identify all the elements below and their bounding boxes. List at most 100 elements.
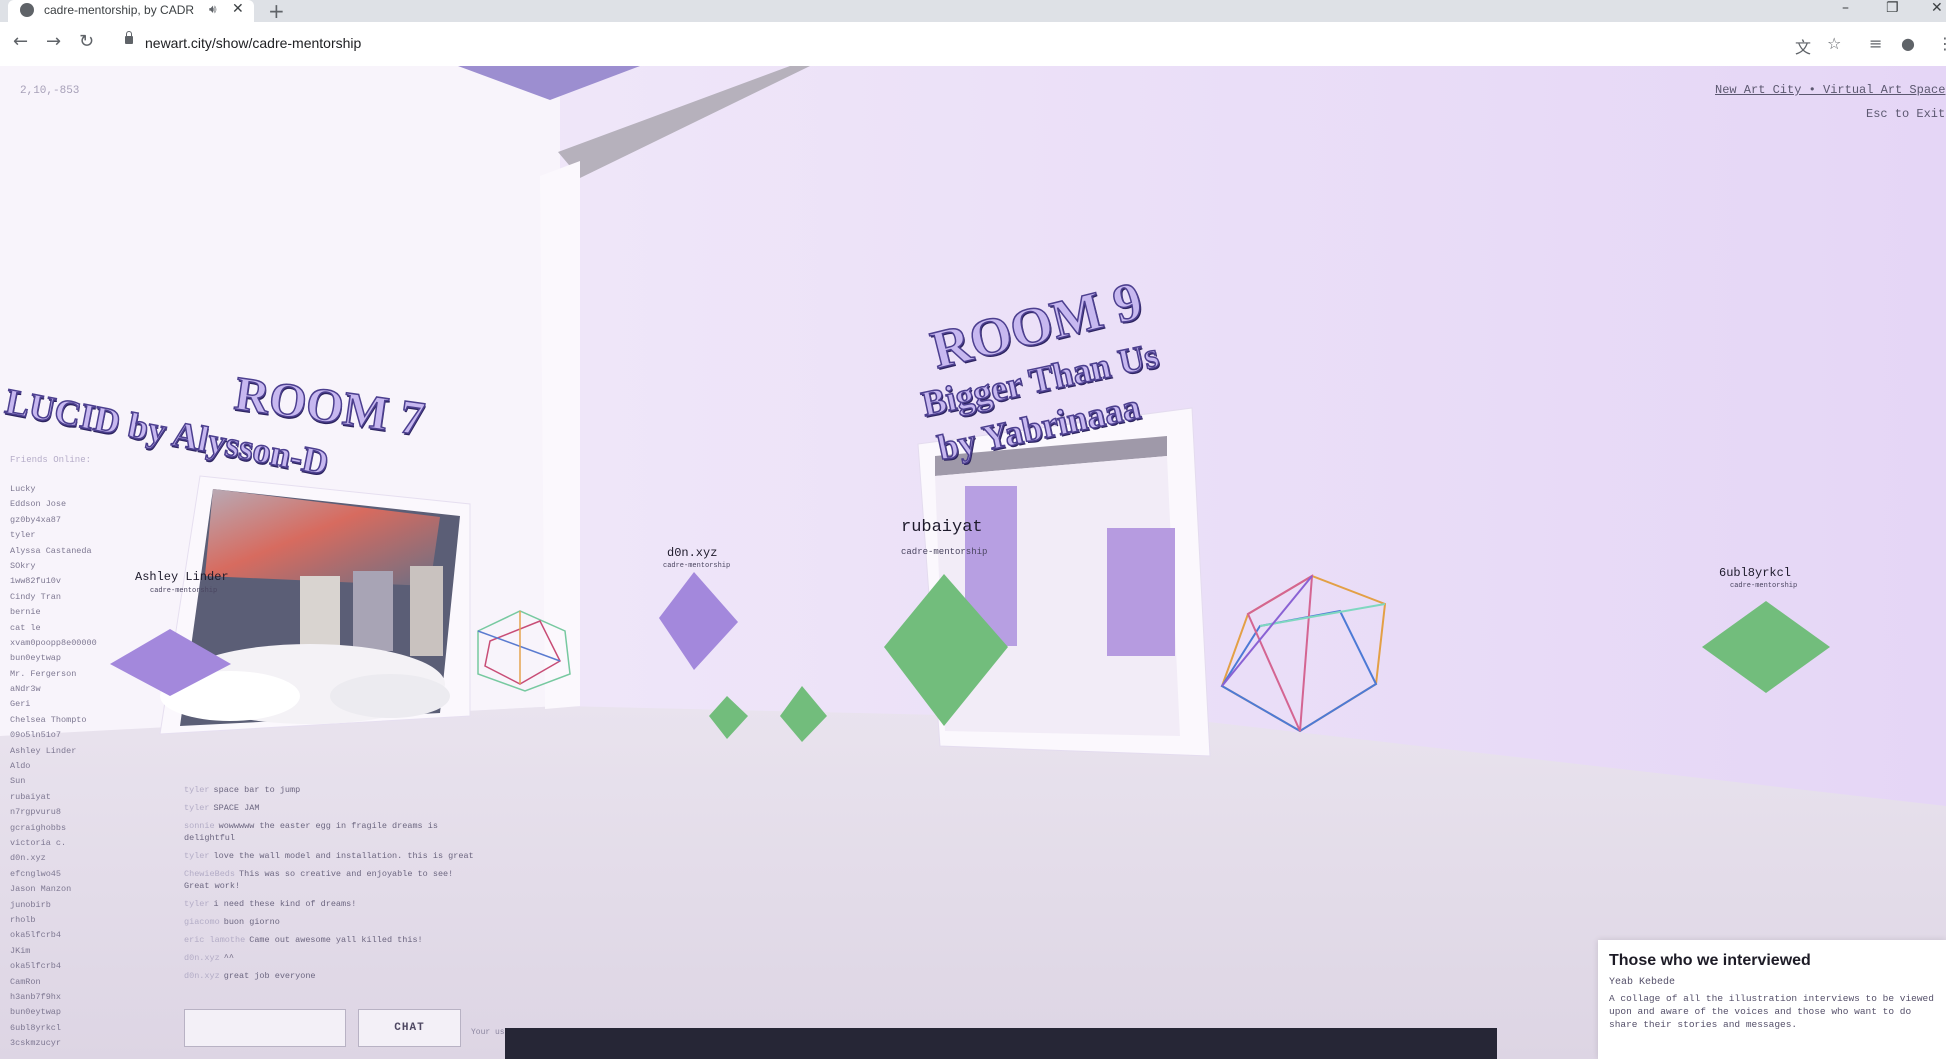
friend-item: cat le xyxy=(10,622,41,633)
chat-message-text: wowwwww the easter egg in fragile dreams… xyxy=(184,821,438,843)
friend-item: tyler xyxy=(10,530,36,541)
media-playlist-icon[interactable]: ≡ xyxy=(1869,34,1882,53)
friends-online-list: Lucky Eddson Jose gz0by4xa87 tyler Alyssa Ca… xyxy=(10,482,97,1051)
chat-message-author: tyler xyxy=(184,899,210,909)
friend-item: junobirb xyxy=(10,899,51,910)
artwork-title: Those who we interviewed xyxy=(1609,952,1811,969)
artwork-info-panel: Those who we interviewed Yeab Kebede A c… xyxy=(1598,940,1946,1059)
chat-message-text: buon giorno xyxy=(223,917,280,927)
artwork-description: A collage of all the illustration interv… xyxy=(1609,993,1934,1030)
friend-item: 6ubl8yrkcl xyxy=(10,1022,62,1033)
tab-title: cadre-mentorship, by CADRE xyxy=(44,3,194,17)
profile-icon[interactable]: ● xyxy=(1901,34,1915,53)
friend-item: Alyssa Castaneda xyxy=(10,545,92,556)
chat-message: ChewieBeds This was so creative and enjoy… xyxy=(184,868,474,892)
friend-item: rholb xyxy=(10,914,36,925)
friend-item: h3anb7f9hx xyxy=(10,991,62,1002)
browser-toolbar: ← → ↻ newart.city/show/cadre-mentorship … xyxy=(0,22,1946,67)
friend-item: Geri xyxy=(10,699,31,710)
friend-item: Aldo xyxy=(10,761,31,772)
chat-message-author: d0n.xyz xyxy=(184,953,220,963)
avatar-label-d0n-xyz: d0n.xyz xyxy=(667,546,718,560)
exit-hint: Esc to Exit xyxy=(1866,107,1946,121)
avatar-label-6ubl8yrkcl: 6ubl8yrkcl xyxy=(1719,566,1792,580)
friend-item: xvam0poopp8e00000 xyxy=(10,637,97,648)
chat-message-author: giacomo xyxy=(184,917,220,927)
new-art-city-link[interactable]: New Art City • Virtual Art Space xyxy=(1715,83,1945,97)
room9-poster xyxy=(1107,528,1175,656)
bookmark-star-icon[interactable]: ☆ xyxy=(1827,34,1841,53)
friend-item: 1ww82fu10v xyxy=(10,576,62,587)
chat-message: giacomo buon giorno xyxy=(184,916,474,928)
friend-item: efcnglwo45 xyxy=(10,868,62,879)
avatar-sub-rubaiyat: cadre-mentorship xyxy=(901,547,988,557)
chat-message: tyler space bar to jump xyxy=(184,784,474,796)
close-window-button[interactable]: ✕ xyxy=(1931,0,1943,16)
menu-icon[interactable]: ⋮ xyxy=(1937,34,1946,53)
room7-frame-3 xyxy=(410,566,443,656)
room7-frame-2 xyxy=(353,571,393,651)
friend-item: Cindy Tran xyxy=(10,591,62,602)
restore-window-button[interactable]: ❐ xyxy=(1886,0,1899,16)
chat-hint: Your us xyxy=(471,1028,505,1037)
chat-message: d0n.xyz ^^ xyxy=(184,952,474,964)
artwork-author: Yeab Kebede xyxy=(1609,977,1676,988)
chat-message-author: eric lamothe xyxy=(184,935,246,945)
chat-message: d0n.xyz great job everyone xyxy=(184,970,474,982)
chat-message-text: great job everyone xyxy=(223,971,316,981)
new-tab-button[interactable]: + xyxy=(268,0,285,23)
chat-message-text: i need these kind of dreams! xyxy=(213,899,357,909)
chat-message-author: tyler xyxy=(184,851,210,861)
friend-item: 09o5ln51o7 xyxy=(10,730,62,741)
avatar-sub-6ubl8yrkcl: cadre-mentorship xyxy=(1730,582,1798,590)
friend-item: n7rgpvuru8 xyxy=(10,807,62,818)
friends-online-heading: Friends Online: xyxy=(10,455,92,465)
chat-button[interactable]: CHAT xyxy=(358,1009,461,1047)
friend-item: aNdr3w xyxy=(10,684,41,695)
friend-item: Chelsea Thompto xyxy=(10,714,87,725)
avatar-label-rubaiyat: rubaiyat xyxy=(901,518,983,537)
friend-item: d0n.xyz xyxy=(10,853,46,864)
reload-icon[interactable]: ↻ xyxy=(79,31,94,52)
close-tab-icon[interactable]: ✕ xyxy=(232,1,244,17)
chat-message-author: tyler xyxy=(184,785,210,795)
lock-icon[interactable] xyxy=(125,31,133,44)
friend-item: gcraighobbs xyxy=(10,822,67,833)
avatar-label-ashley-linder: Ashley Linder xyxy=(135,570,229,584)
friend-item: bernie xyxy=(10,607,41,618)
tab-strip: cadre-mentorship, by CADRE 🔊︎ ✕ + – ❐ ✕ xyxy=(0,0,1946,23)
forward-icon[interactable]: → xyxy=(46,31,61,52)
chat-message: tyler love the wall model and installatio… xyxy=(184,850,474,862)
address-bar[interactable]: newart.city/show/cadre-mentorship xyxy=(145,35,361,51)
friend-item: Eddson Jose xyxy=(10,499,67,510)
friend-item: rubaiyat xyxy=(10,791,51,802)
friend-item: CamRon xyxy=(10,976,41,987)
chat-message-author: d0n.xyz xyxy=(184,971,220,981)
friend-item: JKim xyxy=(10,945,31,956)
minimize-window-button[interactable]: – xyxy=(1842,0,1849,16)
chat-message-text: SPACE JAM xyxy=(213,803,260,813)
friend-item: Lucky xyxy=(10,484,36,494)
chat-message: tyler SPACE JAM xyxy=(184,802,474,814)
friend-item: 3cskmzucyr xyxy=(10,1038,62,1049)
back-icon[interactable]: ← xyxy=(13,31,28,52)
browser-tab[interactable]: cadre-mentorship, by CADRE 🔊︎ ✕ xyxy=(8,0,254,22)
chat-log: tyler space bar to jump tyler SPACE JAM sonn… xyxy=(184,784,474,988)
friend-item: Mr. Fergerson xyxy=(10,668,77,679)
gallery-viewport[interactable]: ROOM 7 LUCID by Alysson-D ROOM 9 Bigger … xyxy=(0,66,1946,1059)
translate-icon[interactable]: 文 xyxy=(1795,34,1811,58)
friend-item: SOkry xyxy=(10,560,36,571)
site-favicon-icon xyxy=(20,3,34,17)
speaker-icon[interactable]: 🔊︎ xyxy=(209,2,217,17)
chat-message-author: tyler xyxy=(184,803,210,813)
corner-column xyxy=(540,161,580,709)
chat-message-text: Came out awesome yall killed this! xyxy=(249,935,423,945)
chat-message: sonnie wowwwww the easter egg in fragile … xyxy=(184,820,474,844)
chat-message-author: ChewieBeds xyxy=(184,869,236,879)
chat-input[interactable] xyxy=(184,1009,346,1047)
chat-message: tyler i need these kind of dreams! xyxy=(184,898,474,910)
friend-item: victoria c. xyxy=(10,837,67,848)
friend-item: oka5lfcrb4 xyxy=(10,961,62,972)
room7-frame-1 xyxy=(300,576,340,646)
bottom-bar xyxy=(505,1028,1497,1059)
